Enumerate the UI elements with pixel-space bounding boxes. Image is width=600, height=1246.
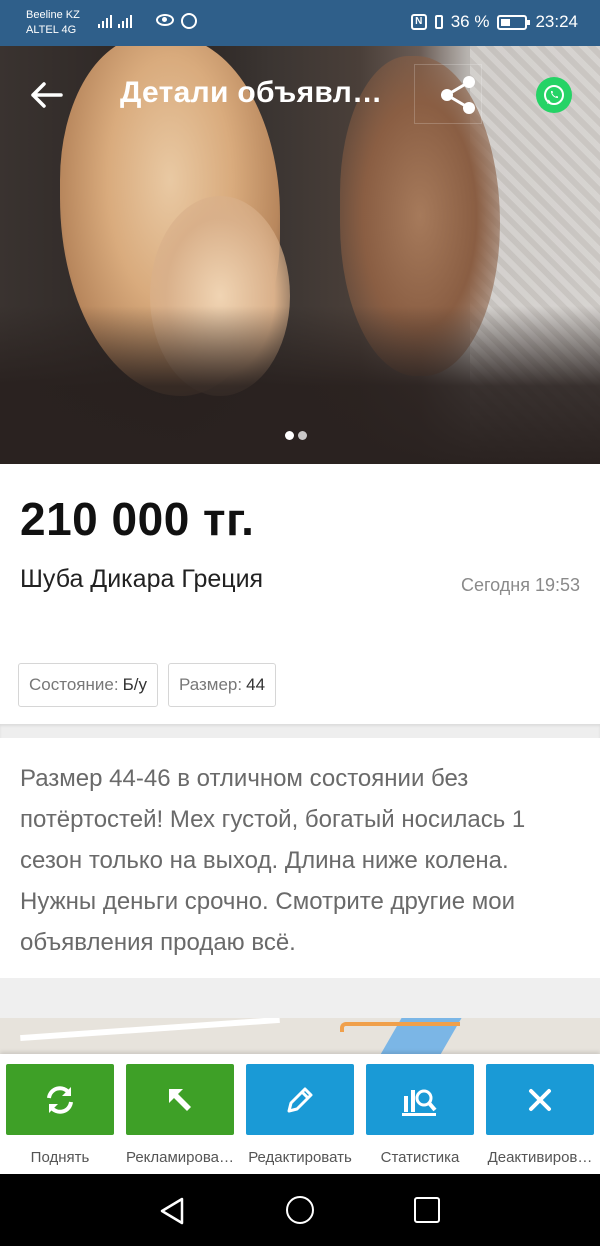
condition-value: Б/у (122, 675, 147, 694)
nfc-icon: N (410, 14, 427, 30)
statistics-label: Статистика (380, 1149, 460, 1166)
share-button[interactable] (414, 64, 482, 124)
condition-label: Состояние: (29, 675, 119, 694)
carrier-line-2: ALTEL 4G (26, 24, 77, 36)
map-road (20, 1018, 280, 1042)
listing-description: Размер 44-46 в отличном состоянии без по… (20, 765, 526, 956)
size-label: Размер: (178, 675, 243, 694)
toolbar: Детали объявл… (0, 46, 600, 146)
edit-button[interactable] (246, 1064, 354, 1135)
edit-label: Редактировать (248, 1149, 352, 1166)
raise-action: Поднять (6, 1064, 114, 1166)
vibrate-icon (434, 15, 443, 29)
battery-percent: 36 % (450, 12, 490, 31)
deactivate-action: Деактивиров… (486, 1064, 594, 1166)
listing-title: Шуба Дикара Греция (20, 565, 264, 593)
nav-back-icon[interactable] (158, 1196, 186, 1226)
gallery-pagination (285, 431, 307, 440)
clock: 23:24 (535, 12, 578, 31)
battery-icon (497, 14, 531, 30)
system-nav-bar (0, 1174, 600, 1246)
section-divider (0, 978, 600, 1020)
advertise-label: Рекламирова… (125, 1149, 235, 1166)
map-road-main (340, 1022, 460, 1032)
raise-label: Поднять (30, 1149, 90, 1166)
pencil-icon (287, 1087, 313, 1112)
eye-icon (156, 14, 174, 26)
whatsapp-notification-icon (181, 13, 197, 29)
whatsapp-icon (544, 85, 564, 105)
raise-button[interactable] (6, 1064, 114, 1135)
listing-attributes: Состояние: Б/у Размер: 44 (18, 663, 277, 707)
statistics-button[interactable] (366, 1064, 474, 1135)
signal-icon (98, 14, 112, 28)
advertise-button[interactable] (126, 1064, 234, 1135)
listing-price: 210 000 тг. (20, 493, 255, 545)
signal-icons (98, 14, 132, 28)
statistics-action: Статистика (366, 1064, 474, 1166)
photo-coat-body (0, 306, 600, 464)
section-divider (0, 724, 600, 738)
gallery-dot[interactable] (298, 431, 307, 440)
cursor-arrow-icon (169, 1088, 191, 1111)
size-tag: Размер: 44 (167, 663, 277, 707)
share-icon (441, 76, 475, 114)
size-value: 44 (246, 675, 266, 694)
signal-4g-icon (118, 14, 132, 28)
deactivate-label: Деактивиров… (487, 1149, 593, 1166)
posted-date: Сегодня 19:53 (460, 575, 580, 595)
refresh-icon (47, 1085, 73, 1114)
condition-tag: Состояние: Б/у (18, 663, 158, 707)
nav-home-icon[interactable] (286, 1196, 314, 1224)
whatsapp-button[interactable] (536, 77, 572, 113)
page-title: Детали объявл… (120, 76, 383, 109)
edit-action: Редактировать (246, 1064, 354, 1166)
statistics-icon (402, 1089, 437, 1116)
status-bar: Beeline KZ ALTEL 4G N 36 % 23:24 (0, 0, 600, 46)
listing-actions-bar: Поднять Рекламирова… Редактировать Стати… (0, 1054, 600, 1174)
deactivate-button[interactable] (486, 1064, 594, 1135)
carrier-info: Beeline KZ ALTEL 4G (26, 8, 80, 38)
gallery-dot-active[interactable] (285, 431, 294, 440)
close-icon (529, 1088, 551, 1111)
location-map[interactable] (0, 1018, 600, 1058)
carrier-line-1: Beeline KZ (26, 9, 80, 21)
advertise-action: Рекламирова… (126, 1064, 234, 1166)
status-right: N 36 % 23:24 (410, 12, 578, 32)
arrow-left-icon[interactable] (30, 82, 64, 108)
nav-recents-icon[interactable] (414, 1197, 440, 1223)
